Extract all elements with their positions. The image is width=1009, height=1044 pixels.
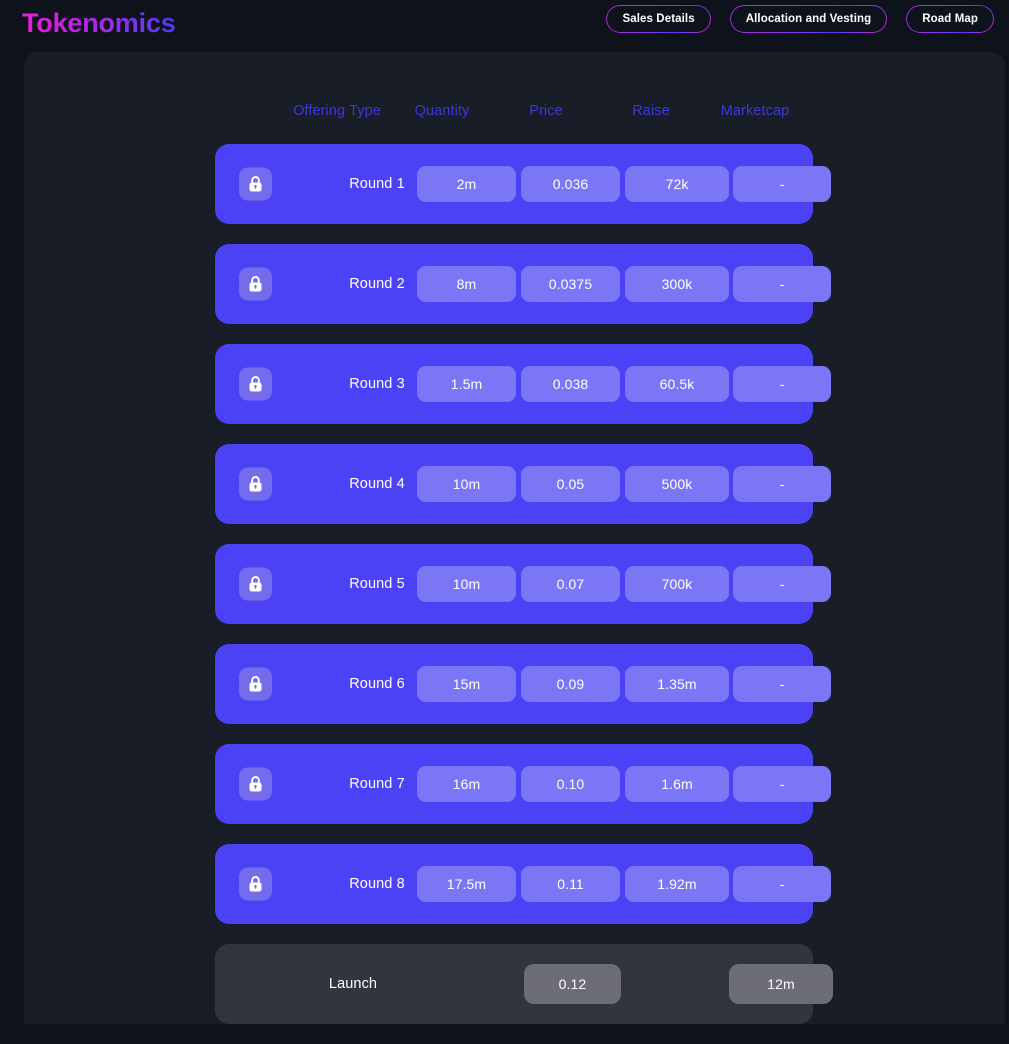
lock-icon [239,667,272,701]
nav-road-map[interactable]: Road Map [906,5,994,33]
lock-icon [239,767,272,801]
row-price: 0.09 [521,666,620,702]
column-header-price: Price [529,103,563,119]
row-price: 0.11 [521,866,620,902]
table-row[interactable]: Round 4 10m 0.05 500k - [215,444,831,524]
row-offering-type: Round 3 [349,376,405,392]
row-quantity: 10m [417,466,516,502]
row-marketcap: 12m [729,964,833,1004]
table-row[interactable]: Round 3 1.5m 0.038 60.5k - [215,344,831,424]
row-offering-type: Round 2 [349,276,405,292]
row-price: 0.0375 [521,266,620,302]
row-marketcap: - [733,866,831,902]
lock-icon [239,567,272,601]
row-raise: 500k [625,466,729,502]
table-row[interactable]: Round 2 8m 0.0375 300k - [215,244,831,324]
table-row[interactable]: Round 6 15m 0.09 1.35m - [215,644,831,724]
row-raise: 60.5k [625,366,729,402]
row-price: 0.10 [521,766,620,802]
row-raise: 1.6m [625,766,729,802]
lock-icon [239,167,272,201]
header-nav: Sales Details Allocation and Vesting Roa… [606,5,994,33]
row-quantity: 2m [417,166,516,202]
row-offering-type: Launch [328,976,378,992]
nav-sales-details[interactable]: Sales Details [606,5,711,33]
column-header-quantity: Quantity [414,103,470,119]
row-marketcap: - [733,466,831,502]
table-rows: Round 1 2m 0.036 72k - Round 2 8m 0.0375… [215,144,833,1044]
lock-icon [239,267,272,301]
row-price: 0.036 [521,166,620,202]
lock-icon [239,467,272,501]
row-marketcap: - [733,366,831,402]
row-price: 0.07 [521,566,620,602]
row-quantity: 17.5m [417,866,516,902]
row-offering-type: Round 6 [349,676,405,692]
row-marketcap: - [733,566,831,602]
row-price: 0.12 [524,964,621,1004]
row-quantity: 8m [417,266,516,302]
row-marketcap: - [733,766,831,802]
row-offering-type: Round 1 [349,176,405,192]
column-header-marketcap: Marketcap [720,103,790,119]
row-price: 0.038 [521,366,620,402]
row-raise: 1.35m [625,666,729,702]
row-quantity: 10m [417,566,516,602]
row-raise: 1.92m [625,866,729,902]
row-raise: 300k [625,266,729,302]
nav-allocation-and-vesting[interactable]: Allocation and Vesting [729,5,888,33]
table-row[interactable]: Round 1 2m 0.036 72k - [215,144,831,224]
page-title: Tokenomics [22,8,176,38]
row-quantity: 1.5m [417,366,516,402]
table-row[interactable]: Round 7 16m 0.10 1.6m - [215,744,831,824]
row-raise: 72k [625,166,729,202]
row-marketcap: - [733,166,831,202]
row-offering-type: Round 5 [349,576,405,592]
row-offering-type: Round 4 [349,476,405,492]
lock-icon [239,367,272,401]
row-offering-type: Round 7 [349,776,405,792]
column-header-offering-type: Offering Type [293,103,381,119]
table-row-launch[interactable]: Launch 0.12 12m [215,944,833,1024]
row-offering-type: Round 8 [349,876,405,892]
table-row[interactable]: Round 8 17.5m 0.11 1.92m - [215,844,831,924]
row-price: 0.05 [521,466,620,502]
row-quantity: 15m [417,666,516,702]
row-quantity: 16m [417,766,516,802]
column-header-raise: Raise [632,103,670,119]
lock-icon [239,867,272,901]
table-row[interactable]: Round 5 10m 0.07 700k - [215,544,831,624]
top-bar: Tokenomics Sales Details Allocation and … [0,0,1009,52]
row-marketcap: - [733,266,831,302]
row-raise: 700k [625,566,729,602]
row-marketcap: - [733,666,831,702]
table-column-headers: Offering Type Quantity Price Raise Marke… [24,103,1005,127]
content-panel: Offering Type Quantity Price Raise Marke… [24,52,1005,1024]
